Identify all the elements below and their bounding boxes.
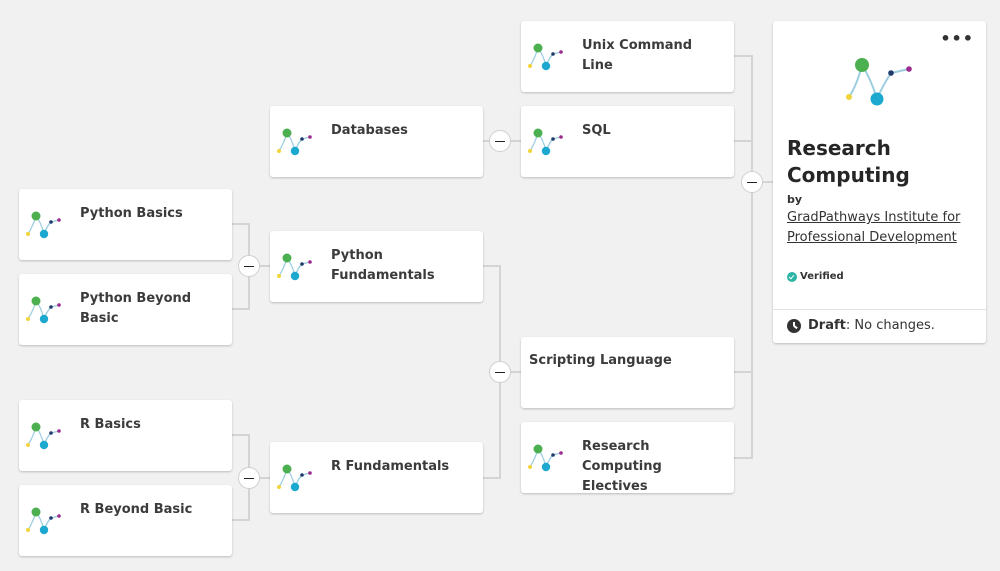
by-label: by (787, 193, 803, 206)
node-r-beyond-basic[interactable]: R Beyond Basic (19, 485, 232, 556)
node-title: SQL (582, 123, 611, 138)
node-python-fundamentals[interactable]: Python Fundamentals (270, 231, 483, 302)
pathway-title: Research Computing (787, 136, 910, 187)
node-title: R Beyond Basic (80, 502, 193, 517)
pathway-logo-icon (277, 128, 312, 156)
node-title: Unix Command Line (582, 38, 693, 73)
collapse-toggle-databases[interactable] (489, 130, 511, 152)
node-r-basics[interactable]: R Basics (19, 400, 232, 471)
node-title: Python Basics (80, 206, 183, 221)
collapse-toggle-scripting[interactable] (489, 361, 511, 383)
more-options-button[interactable]: ••• (940, 29, 974, 48)
verified-badge: Verified (787, 271, 844, 282)
collapse-toggle-python[interactable] (238, 255, 260, 277)
node-scripting-language[interactable]: Scripting Language (521, 337, 734, 408)
check-circle-icon (787, 271, 797, 282)
pathway-logo-icon (277, 464, 312, 492)
pathway-canvas: Python Basics Python Beyond Basic R Basi… (0, 0, 1000, 571)
node-title: Python Beyond Basic (80, 291, 192, 326)
organization-link[interactable]: GradPathways Institute for Professional … (787, 208, 977, 248)
pathway-logo-icon (26, 296, 61, 324)
node-title: Databases (331, 123, 408, 138)
connector-line (734, 55, 753, 459)
node-research-computing-electives[interactable]: Research Computing Electives (521, 422, 734, 494)
node-databases[interactable]: Databases (270, 106, 483, 177)
node-title: Python Fundamentals (331, 248, 435, 283)
node-title: R Basics (80, 417, 141, 432)
draft-status: Draft: No changes. (787, 318, 935, 333)
collapse-toggle-r[interactable] (238, 467, 260, 489)
node-title: Research Computing Electives (582, 439, 662, 494)
status-text: No changes. (850, 318, 935, 333)
pathway-logo-icon (26, 211, 61, 239)
pathway-logo-icon (846, 58, 912, 106)
pathway-logo-icon (26, 422, 61, 450)
clock-icon (787, 318, 801, 333)
node-python-beyond-basic[interactable]: Python Beyond Basic (19, 274, 232, 345)
pathway-logo-icon (528, 128, 563, 156)
node-title: Scripting Language (529, 353, 672, 368)
collapse-toggle-research-computing[interactable] (741, 171, 763, 193)
pathway-logo-icon (26, 507, 61, 535)
pathway-logo-icon (528, 444, 563, 472)
status-label: Draft (808, 318, 846, 333)
node-unix-command-line[interactable]: Unix Command Line (521, 21, 734, 92)
node-title: R Fundamentals (331, 459, 450, 474)
node-r-fundamentals[interactable]: R Fundamentals (270, 442, 483, 513)
node-sql[interactable]: SQL (521, 106, 734, 177)
verified-label: Verified (800, 271, 844, 282)
divider (773, 309, 986, 310)
node-python-basics[interactable]: Python Basics (19, 189, 232, 260)
pathway-logo-icon (277, 253, 312, 281)
pathway-detail-card: ••• Research Computing by GradPathways I… (773, 21, 986, 343)
pathway-logo-icon (528, 43, 563, 71)
